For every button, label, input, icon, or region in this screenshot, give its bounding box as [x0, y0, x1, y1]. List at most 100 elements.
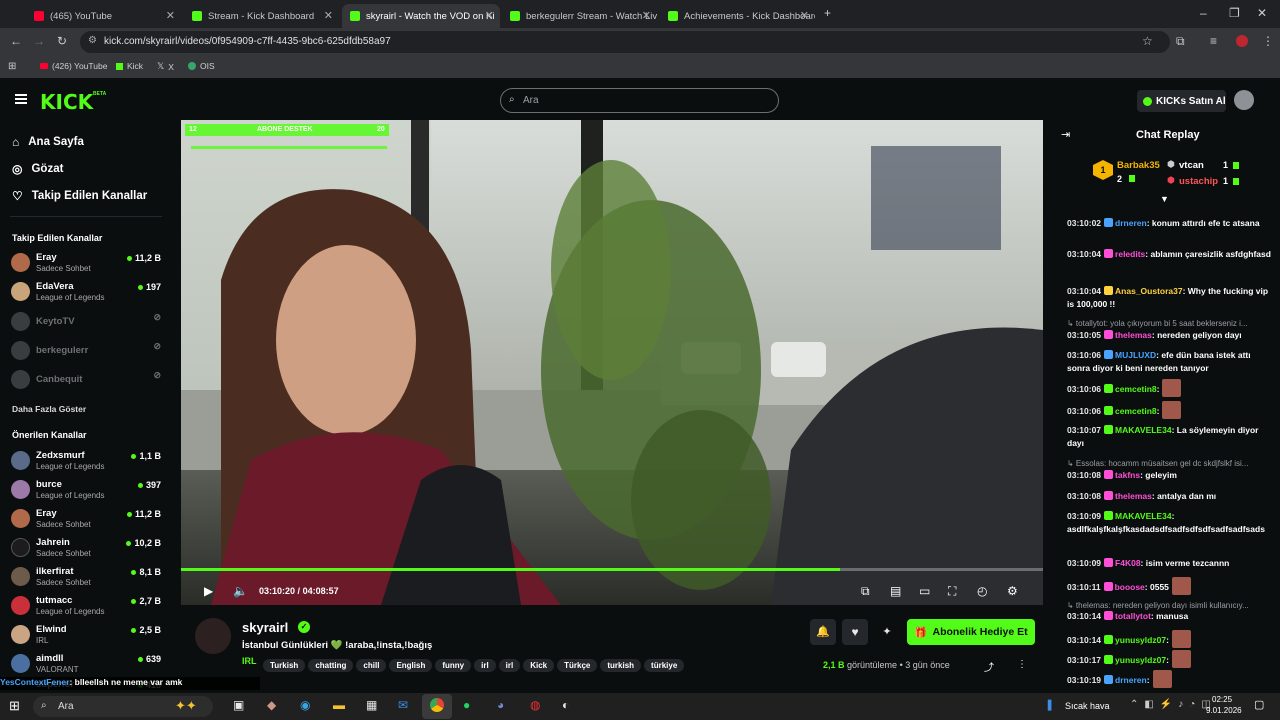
tag-chip[interactable]: irl — [474, 659, 496, 672]
weather-icon[interactable]: ❚ — [1045, 698, 1054, 711]
expand-leaderboard-icon[interactable]: ▼ — [1160, 194, 1169, 204]
discord-icon[interactable]: ◕ — [497, 698, 504, 712]
tag-chip[interactable]: English — [389, 659, 433, 672]
followed-channel[interactable]: EdaVera League of Legends 197 — [11, 279, 161, 305]
store-icon[interactable]: ▦ — [366, 698, 377, 712]
url-text[interactable]: kick.com/skyrairl/videos/0f954909-c7ff-4… — [104, 36, 391, 47]
tag-chip[interactable]: chatting — [308, 659, 354, 672]
chrome-taskbar-button[interactable] — [422, 694, 452, 719]
chat-message[interactable]: 03:10:07 MAKAVELE34: La söylemeyin diyor … — [1067, 424, 1272, 450]
chat-username[interactable]: thelemas — [1115, 491, 1152, 501]
recommended-channel[interactable]: tutmacc League of Legends 2,7 B — [11, 593, 161, 619]
nav-following[interactable]: ♡ Takip Edilen Kanallar — [12, 189, 147, 203]
minimize-button[interactable]: – — [1200, 6, 1207, 20]
channel-avatar[interactable] — [193, 616, 233, 656]
video-player[interactable]: 12 ABONE DESTEK 20 ▶ 🔈 03:10:20 / 04:08:… — [181, 120, 1043, 605]
notification-bell-button[interactable]: 🔔 — [810, 619, 836, 645]
followed-channel[interactable]: Eray Sadece Sohbet 11,2 B — [11, 250, 161, 276]
chat-message[interactable]: 03:10:06 MUJLUXD: efe dün bana istek attı… — [1067, 349, 1272, 375]
chat-message[interactable]: 03:10:04 Anas_Oustora37: Why the fucking … — [1067, 285, 1272, 311]
tag-chip[interactable]: turkish — [600, 659, 642, 672]
chat-username[interactable]: drneren — [1115, 218, 1147, 228]
playback-speed-icon[interactable]: ◴ — [977, 584, 987, 598]
chat-username[interactable]: cemcetin8 — [1115, 384, 1157, 394]
hamburger-menu-icon[interactable] — [15, 94, 27, 104]
collapse-chat-icon[interactable]: ⇥ — [1061, 128, 1070, 141]
follow-button[interactable]: ♥ — [842, 619, 868, 645]
task-view-icon[interactable]: ▣ — [233, 698, 244, 712]
bookmark-ois[interactable]: OIS — [188, 61, 215, 71]
chat-message[interactable]: 03:10:08 takfns: geleyim — [1067, 469, 1272, 482]
recommended-channel[interactable]: Eray Sadece Sohbet 11,2 B — [11, 506, 161, 532]
file-explorer-icon[interactable]: ▬ — [333, 698, 345, 712]
search-input[interactable]: ⌕ Ara — [500, 88, 779, 113]
leaderboard-name[interactable]: ustachip — [1179, 176, 1218, 187]
chat-message[interactable]: 03:10:14 totallytot: manusa — [1067, 610, 1272, 623]
bookmark-star-icon[interactable]: ☆ — [1142, 34, 1153, 48]
omnibox[interactable]: ⚙ kick.com/skyrairl/videos/0f954909-c7ff… — [80, 31, 1170, 53]
kick-logo[interactable]: KICK — [40, 90, 93, 114]
gift-subscription-button[interactable]: 🎁 Abonelik Hediye Et — [907, 619, 1035, 645]
chat-username[interactable]: booose — [1115, 582, 1145, 592]
tag-chip[interactable]: türkiye — [644, 659, 685, 672]
chat-message[interactable]: 03:10:08 thelemas: antalya dan mı — [1067, 490, 1272, 503]
notifications-icon[interactable]: ▢ — [1254, 698, 1264, 711]
chat-message[interactable]: 03:10:11 booose: 0555 — [1067, 577, 1272, 595]
weather-text[interactable]: Sıcak hava — [1065, 701, 1110, 711]
miniplayer-icon[interactable]: ⧉ — [861, 584, 870, 599]
recommended-channel[interactable]: aimdll VALORANT 639 — [11, 651, 161, 677]
tag-chip[interactable]: chill — [356, 659, 387, 672]
browser-tab[interactable]: Achievements - Kick Dashboard ✕ — [660, 4, 815, 28]
chat-username[interactable]: thelemas — [1115, 330, 1152, 340]
new-tab-button[interactable]: + — [824, 6, 831, 20]
chat-username[interactable]: MAKAVELE34 — [1115, 511, 1172, 521]
bookmark-kick[interactable]: Kick — [116, 61, 143, 71]
apps-grid-icon[interactable]: ⊞ — [8, 61, 16, 72]
edge-icon[interactable]: ◉ — [300, 698, 310, 712]
tag-chip[interactable]: Kick — [523, 659, 555, 672]
recommended-channel[interactable]: Elwind IRL 2,5 B — [11, 622, 161, 648]
mail-icon[interactable]: ✉ — [398, 698, 408, 712]
chat-message[interactable]: 03:10:14 yunusyldz07: — [1067, 630, 1272, 648]
clock-time[interactable]: 02:25 — [1212, 695, 1232, 704]
start-icon[interactable]: ⊞ — [9, 698, 20, 714]
reading-list-icon[interactable]: ≡ — [1210, 34, 1217, 48]
recommended-channel[interactable]: burce League of Legends 397 — [11, 477, 161, 503]
stream-category[interactable]: IRL — [242, 656, 257, 666]
fullscreen-icon[interactable]: ⛶ — [948, 584, 956, 599]
nav-home[interactable]: ⌂ Ana Sayfa — [12, 135, 84, 149]
bookmark-youtube[interactable]: (426) YouTube — [40, 61, 107, 71]
recommended-channel[interactable]: Zedxsmurf League of Legends 1,1 B — [11, 448, 161, 474]
back-icon[interactable]: ← — [10, 34, 22, 48]
followed-channel-offline[interactable]: berkegulerr ⊘ — [11, 338, 161, 364]
leaderboard-name[interactable]: Barbak35 — [1117, 160, 1160, 171]
tag-chip[interactable]: irl — [498, 659, 521, 672]
buy-kicks-button[interactable]: KICKs Satın Al — [1137, 90, 1226, 112]
chat-message[interactable]: 03:10:06 cemcetin8: — [1067, 379, 1272, 397]
followed-channel-offline[interactable]: Canbequit ⊘ — [11, 367, 161, 393]
chat-message[interactable]: 03:10:05 thelemas: nereden geliyon dayı — [1067, 329, 1272, 342]
chat-username[interactable]: MUJLUXD — [1115, 350, 1156, 360]
user-avatar[interactable] — [1234, 90, 1254, 110]
close-tab-icon[interactable]: ✕ — [485, 9, 494, 22]
bookmark-x[interactable]: 𝕏 X — [157, 61, 174, 72]
forward-icon[interactable]: → — [33, 34, 45, 48]
spotify-icon[interactable]: ● — [463, 698, 470, 712]
channel-name[interactable]: skyrairl — [242, 620, 288, 635]
system-tray-icons[interactable]: ⌃◧⚡♪◔◫ — [1130, 699, 1217, 710]
chat-username[interactable]: yunusyldz07 — [1115, 635, 1166, 645]
chat-username[interactable]: Anas_Oustora37 — [1115, 286, 1183, 296]
chat-message[interactable]: 03:10:09 F4K08: isim verme tezcannn — [1067, 557, 1272, 570]
volume-icon[interactable]: 🔈 — [233, 584, 248, 598]
theater-mode-icon[interactable]: ▭ — [919, 584, 930, 598]
copilot-icon[interactable]: ◆ — [267, 698, 276, 712]
taskbar-search[interactable]: ⌕ Ara ✦✦ — [33, 696, 213, 717]
chat-username[interactable]: takfns — [1115, 470, 1140, 480]
chat-message[interactable]: 03:10:17 yunusyldz07: — [1067, 650, 1272, 668]
settings-gear-icon[interactable]: ⚙ — [1007, 584, 1018, 598]
browser-tab[interactable]: Stream - Kick Dashboard ✕ — [184, 4, 339, 28]
close-tab-icon[interactable]: ✕ — [642, 9, 651, 22]
chat-username[interactable]: MAKAVELE34 — [1115, 425, 1172, 435]
maximize-button[interactable]: ❐ — [1229, 6, 1240, 20]
browser-tab[interactable]: berkegulerr Stream - Watch Liv ✕ — [502, 4, 657, 28]
